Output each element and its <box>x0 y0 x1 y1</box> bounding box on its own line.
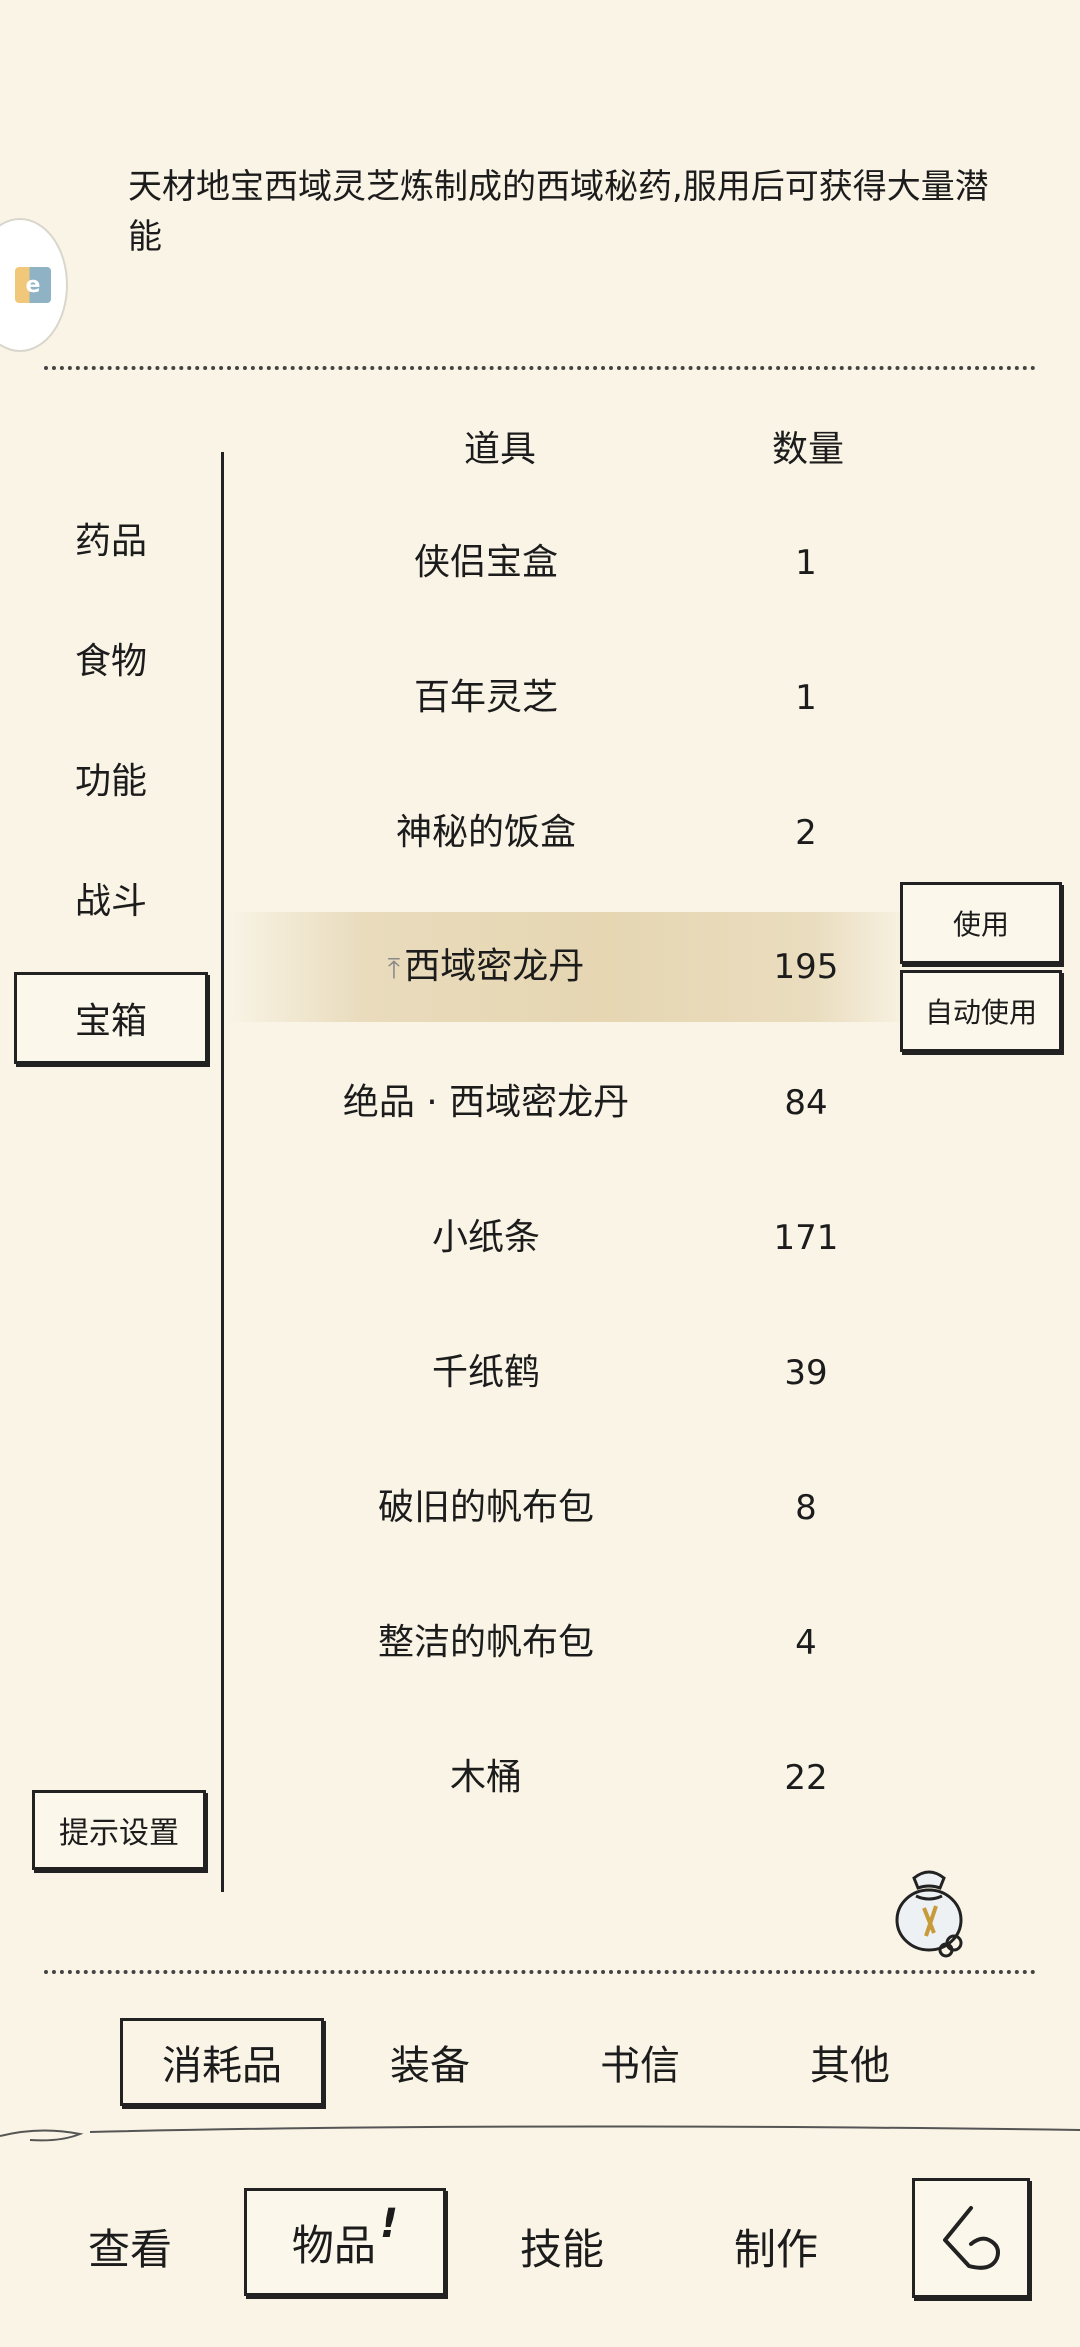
notification-badge: ! <box>379 2201 399 2247</box>
nav-label: 制作 <box>733 2224 818 2274</box>
item-name: 整洁的帆布包 <box>377 1622 594 1663</box>
item-qty: 171 <box>773 1218 839 1258</box>
category-label: 功能 <box>74 761 147 802</box>
item-name: 破旧的帆布包 <box>377 1487 594 1528</box>
back-button[interactable] <box>912 2178 1030 2298</box>
loot-bag-icon[interactable] <box>884 1858 974 1958</box>
category-food[interactable]: 食物 <box>14 612 208 704</box>
table-row[interactable]: 木桶 22 <box>226 1723 916 1833</box>
item-name: 木桶 <box>449 1757 522 1798</box>
table-row[interactable]: 破旧的帆布包 8 <box>226 1453 916 1563</box>
subtab-label: 装备 <box>390 2043 470 2089</box>
item-name: 千纸鹤 <box>431 1352 540 1393</box>
back-arrow-icon <box>943 2206 1000 2270</box>
subtab-label: 其他 <box>810 2043 890 2089</box>
category-label: 宝箱 <box>74 1001 147 1042</box>
table-row[interactable]: 小纸条 171 <box>226 1183 916 1293</box>
item-name: 侠侣宝盒 <box>413 542 558 583</box>
nav-label: 物品 <box>291 2220 376 2270</box>
item-qty: 195 <box>773 947 839 987</box>
item-name: 百年灵芝 <box>413 677 558 718</box>
item-qty: 22 <box>784 1758 828 1798</box>
nav-items[interactable]: 物品 ! <box>244 2188 446 2296</box>
nav-view[interactable]: 查看 <box>50 2200 210 2292</box>
table-row-selected[interactable]: ⤒ 西域密龙丹 195 <box>226 912 916 1022</box>
item-name: ⤒ 西域密龙丹 <box>226 912 746 1022</box>
nav-skills[interactable]: 技能 <box>482 2200 642 2292</box>
nav-craft[interactable]: 制作 <box>696 2200 856 2292</box>
item-name: 神秘的饭盒 <box>395 812 576 853</box>
use-button[interactable]: 使用 <box>900 882 1062 964</box>
table-row[interactable]: 侠侣宝盒 1 <box>226 508 916 618</box>
hint-settings-label: 提示设置 <box>59 1816 179 1851</box>
top-divider <box>44 366 1036 370</box>
column-header-item: 道具 <box>463 429 536 470</box>
category-label: 药品 <box>74 521 147 562</box>
table-row[interactable]: 绝品 · 西域密龙丹 84 <box>226 1048 916 1158</box>
table-row[interactable]: 百年灵芝 1 <box>226 643 916 753</box>
nav-label: 技能 <box>519 2224 604 2274</box>
use-label: 使用 <box>952 908 1009 941</box>
table-row[interactable]: 整洁的帆布包 4 <box>226 1588 916 1698</box>
category-chest[interactable]: 宝箱 <box>14 972 208 1064</box>
item-qty: 4 <box>795 1623 817 1663</box>
category-battle[interactable]: 战斗 <box>14 852 208 944</box>
subtab-label: 消耗品 <box>162 2043 282 2089</box>
item-qty: 84 <box>784 1083 828 1123</box>
bottom-divider <box>44 1970 1036 1974</box>
subtab-letters[interactable]: 书信 <box>540 2018 740 2106</box>
app-logo-icon: e <box>15 267 51 303</box>
nav-label: 查看 <box>87 2224 172 2274</box>
item-qty: 8 <box>795 1488 817 1528</box>
hint-settings-button[interactable]: 提示设置 <box>32 1790 206 1870</box>
item-name: 小纸条 <box>431 1217 540 1258</box>
item-qty: 2 <box>795 813 817 853</box>
item-qty: 1 <box>795 678 817 718</box>
item-qty: 1 <box>795 543 817 583</box>
subtab-equipment[interactable]: 装备 <box>330 2018 530 2106</box>
subtab-other[interactable]: 其他 <box>750 2018 950 2106</box>
item-qty: 39 <box>784 1353 828 1393</box>
category-function[interactable]: 功能 <box>14 732 208 824</box>
item-description: 天材地宝西域灵芝炼制成的西域秘药,服用后可获得大量潜能 <box>128 167 989 257</box>
pin-top-icon: ⤒ <box>387 952 401 985</box>
item-name: 绝品 · 西域密龙丹 <box>342 1082 630 1123</box>
auto-use-button[interactable]: 自动使用 <box>900 970 1062 1052</box>
subtab-label: 书信 <box>600 2043 680 2089</box>
category-medicine[interactable]: 药品 <box>14 492 208 584</box>
floating-assistant-bubble[interactable]: e <box>0 218 68 352</box>
item-name-text: 西域密龙丹 <box>404 946 585 987</box>
subtab-consumables[interactable]: 消耗品 <box>120 2018 324 2106</box>
column-header-qty: 数量 <box>771 429 844 470</box>
category-label: 食物 <box>74 641 147 682</box>
decorative-brush-stroke <box>0 2125 1080 2142</box>
table-row[interactable]: 神秘的饭盒 2 <box>226 778 916 888</box>
category-divider <box>221 452 224 1892</box>
table-row[interactable]: 千纸鹤 39 <box>226 1318 916 1428</box>
auto-use-label: 自动使用 <box>924 996 1037 1029</box>
category-label: 战斗 <box>74 881 147 922</box>
